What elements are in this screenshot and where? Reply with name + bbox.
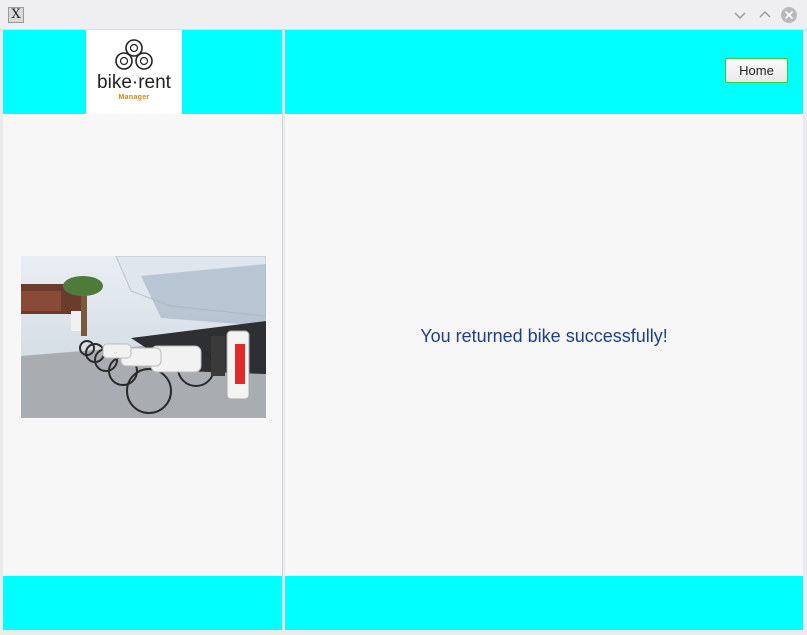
minimize-icon[interactable] [731,6,749,24]
app-icon: X [8,7,24,23]
right-panel: Home You returned bike successfully! [285,30,803,630]
bike-rent-logo: bike·rent Manager [86,30,182,114]
status-message: You returned bike successfully! [420,326,668,346]
left-header: bike·rent Manager [3,30,282,114]
bike-rings-icon [115,39,153,70]
left-footer [3,576,282,630]
bike-station-photo [21,256,266,418]
right-header: Home [285,30,803,114]
left-panel: bike·rent Manager [3,30,283,630]
home-button[interactable]: Home [725,58,788,83]
logo-subtitle: Manager [118,94,150,101]
logo-name: bike·rent [97,72,171,93]
maximize-icon[interactable] [756,6,774,24]
window-titlebar: X [0,0,807,30]
right-footer [285,576,803,630]
close-icon[interactable] [780,6,798,24]
